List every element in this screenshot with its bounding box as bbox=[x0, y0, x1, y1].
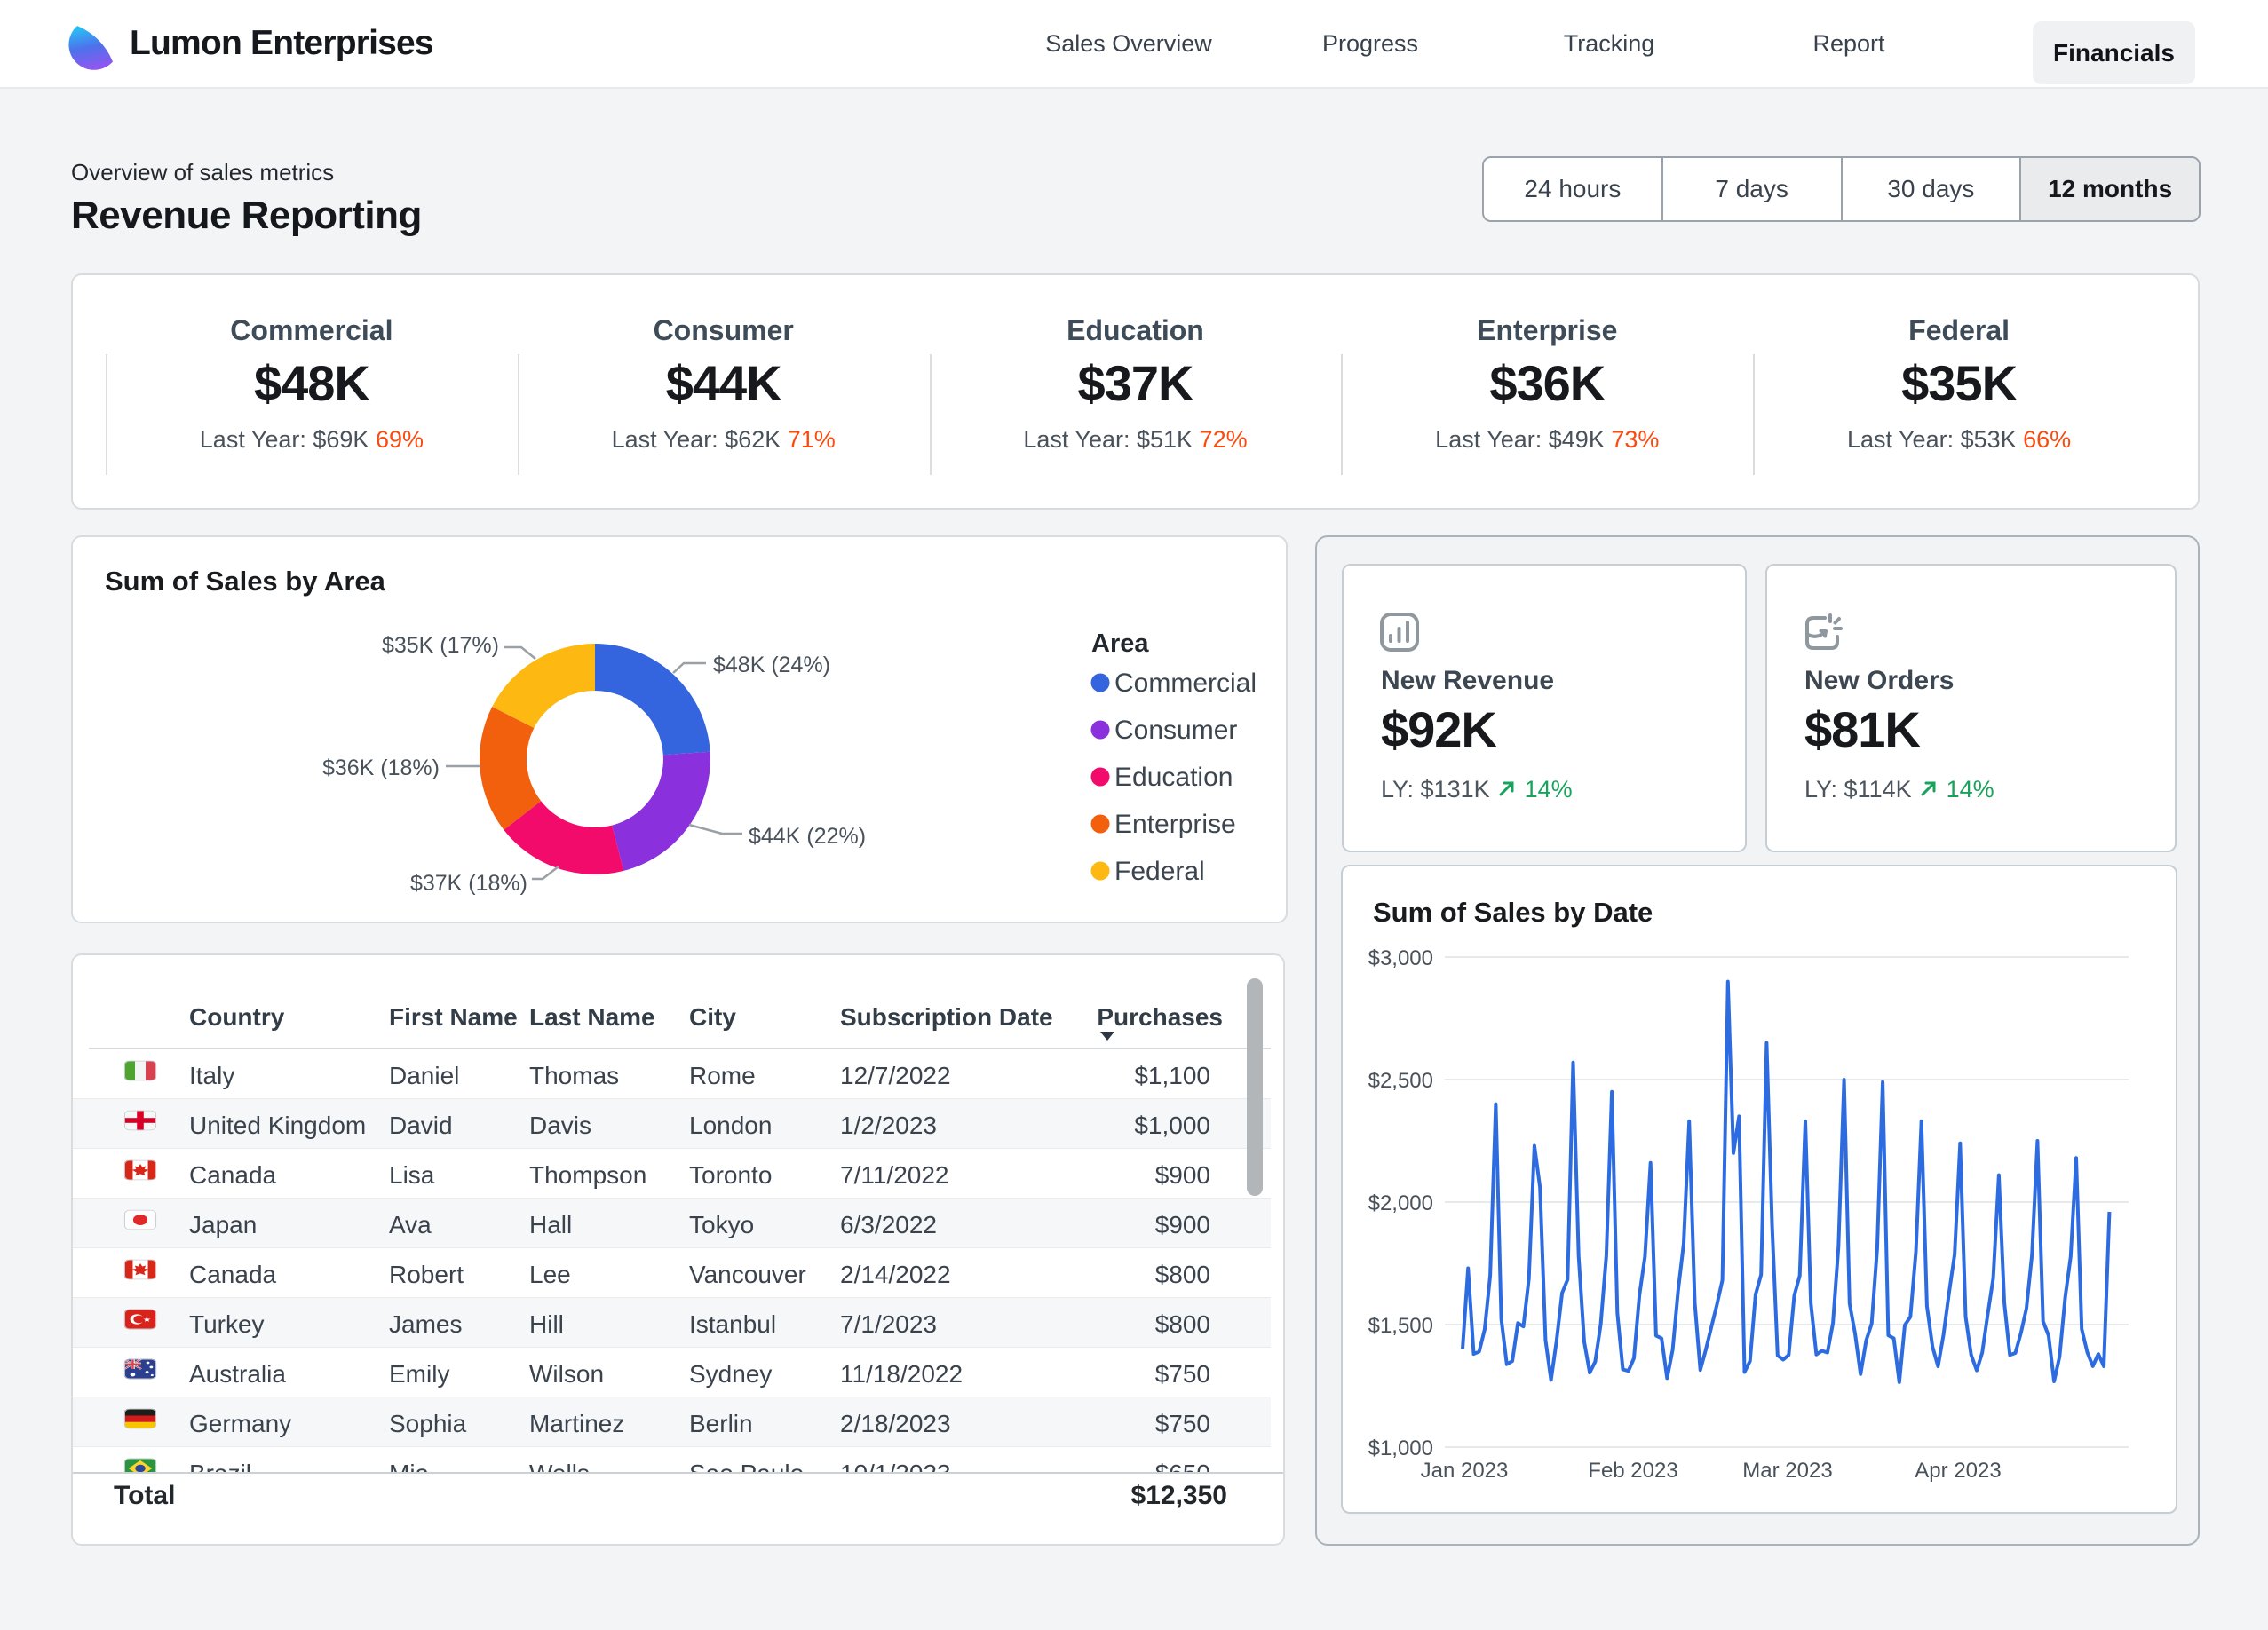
svg-text:$35K (17%): $35K (17%) bbox=[382, 633, 499, 658]
svg-text:Consumer: Consumer bbox=[1114, 716, 1237, 745]
svg-text:Federal: Federal bbox=[1114, 857, 1205, 886]
svg-text:$3,000: $3,000 bbox=[1368, 946, 1433, 970]
svg-text:Commercial: Commercial bbox=[1114, 669, 1257, 698]
svg-text:Jan 2023: Jan 2023 bbox=[1421, 1459, 1509, 1483]
svg-text:$48K (24%): $48K (24%) bbox=[713, 653, 830, 677]
svg-text:$36K (18%): $36K (18%) bbox=[322, 756, 440, 780]
svg-text:Mar 2023: Mar 2023 bbox=[1742, 1459, 1832, 1483]
svg-text:Apr 2023: Apr 2023 bbox=[1915, 1459, 2001, 1483]
svg-text:$44K (22%): $44K (22%) bbox=[749, 824, 866, 849]
svg-text:$2,000: $2,000 bbox=[1368, 1191, 1433, 1215]
svg-text:Education: Education bbox=[1114, 763, 1233, 792]
svg-text:Enterprise: Enterprise bbox=[1114, 810, 1236, 839]
svg-text:$1,000: $1,000 bbox=[1368, 1436, 1433, 1460]
svg-text:Feb 2023: Feb 2023 bbox=[1588, 1459, 1677, 1483]
svg-text:$1,500: $1,500 bbox=[1368, 1314, 1433, 1338]
svg-text:$2,500: $2,500 bbox=[1368, 1069, 1433, 1093]
svg-text:Area: Area bbox=[1091, 629, 1149, 658]
svg-text:$37K (18%): $37K (18%) bbox=[410, 871, 527, 896]
